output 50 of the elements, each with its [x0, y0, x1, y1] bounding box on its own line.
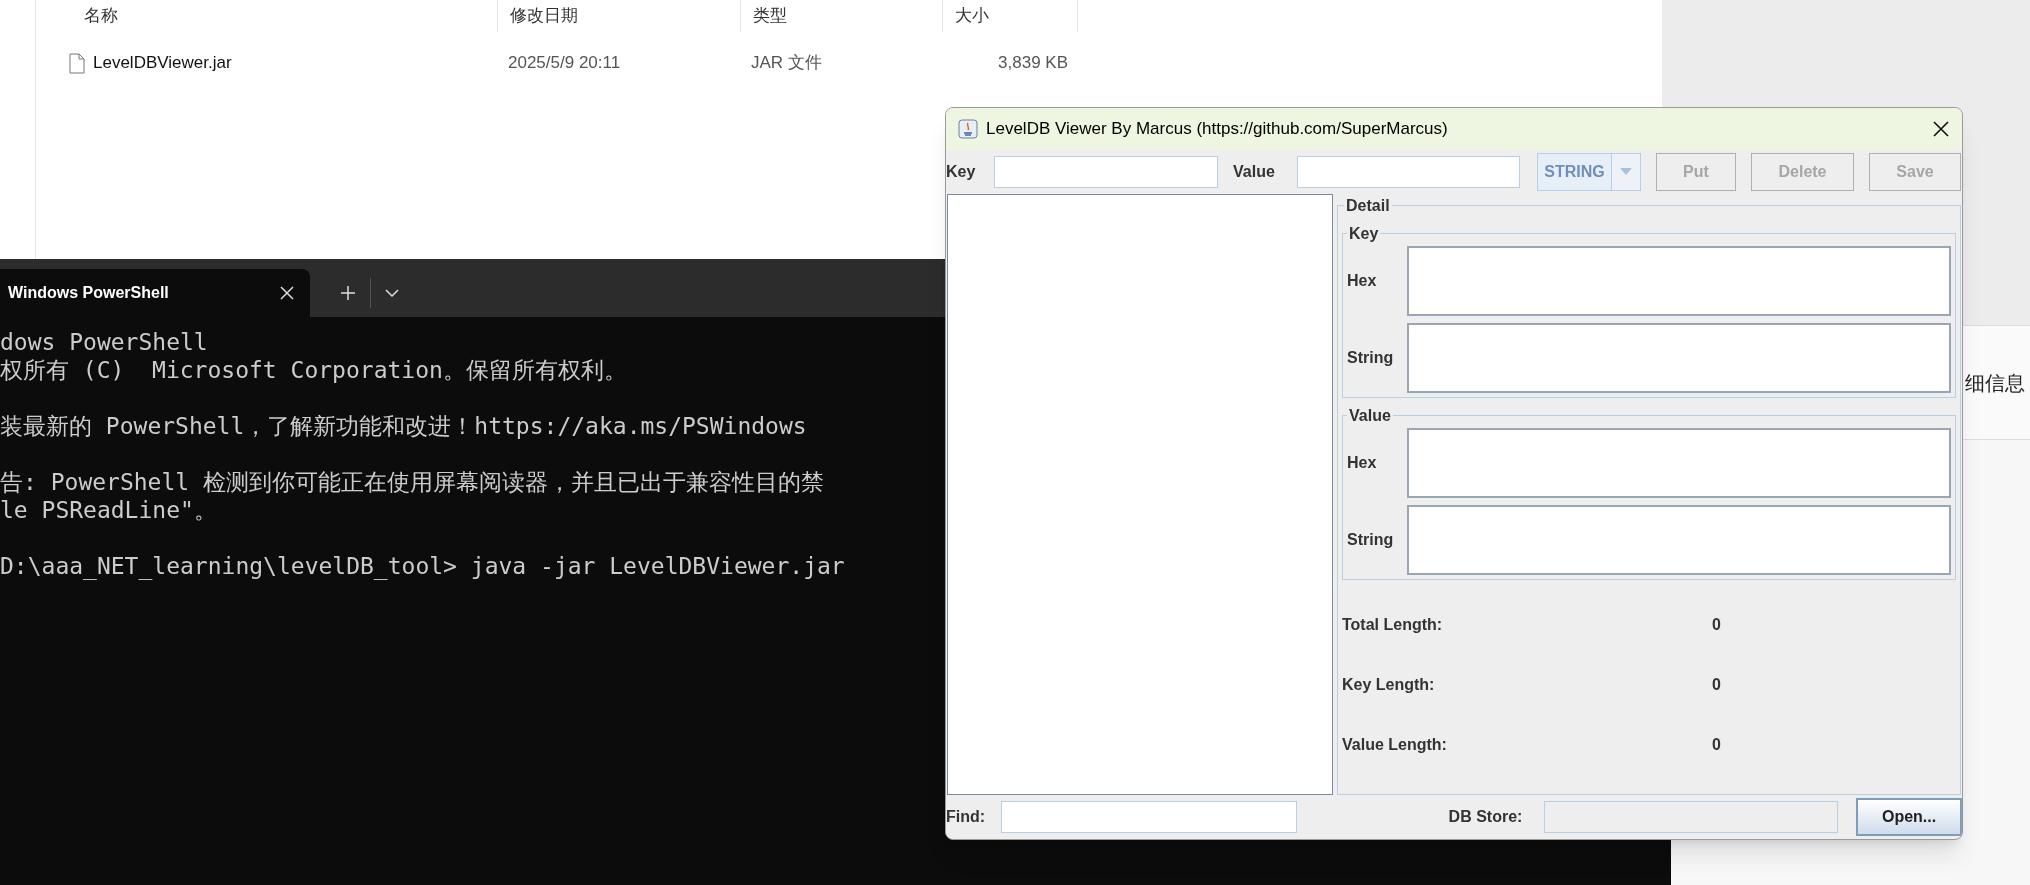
terminal-line: le PSReadLine"。	[0, 497, 217, 523]
column-header[interactable]: 类型	[753, 3, 787, 29]
field-label: Hex	[1347, 270, 1378, 291]
app-icon	[958, 118, 978, 139]
key-field[interactable]	[994, 155, 1218, 188]
text-area[interactable]	[1407, 504, 1951, 575]
caret-icon	[1620, 168, 1632, 176]
stat-value: 0	[1712, 674, 1721, 695]
panel-title: Detail	[1345, 195, 1391, 216]
field-label: String	[1347, 529, 1395, 550]
terminal-line: 权所有 (C) Microsoft Corporation。保留所有权利。	[0, 357, 627, 383]
close-icon[interactable]	[1932, 119, 1950, 138]
terminal-line: dows PowerShell	[0, 329, 208, 355]
stat-value: 0	[1712, 734, 1721, 755]
window-title: LevelDB Viewer By Marcus (https://github.com/SuperMarcus)	[986, 118, 1449, 141]
type-text: JAR 文件	[751, 53, 822, 73]
group-title: Value	[1348, 405, 1392, 426]
field-label: Find:	[946, 807, 987, 828]
size-text: 3,839 KB	[998, 53, 1068, 73]
side-text: 细信息	[1965, 370, 2025, 396]
column-header[interactable]: 名称	[84, 3, 118, 29]
text-area[interactable]	[1407, 322, 1951, 393]
stat-label: Key Length:	[1342, 674, 1436, 695]
column-header[interactable]: 大小	[955, 3, 989, 29]
column-header[interactable]: 修改日期	[510, 3, 578, 29]
file-name[interactable]: LevelDBViewer.jar	[93, 50, 232, 76]
field-label: String	[1347, 347, 1395, 368]
db-store-field[interactable]	[1544, 801, 1839, 834]
terminal-line: 告: PowerShell 检测到你可能正在使用屏幕阅读器，并且已出于兼容性目的禁	[0, 469, 824, 495]
field-label: Hex	[1347, 452, 1378, 473]
value-field[interactable]	[1297, 155, 1520, 188]
stat-label: Total Length:	[1342, 614, 1444, 635]
group-title: Key	[1348, 223, 1380, 244]
terminal-line: D:\aaa_NET_learning\levelDB_tool> java -jar LevelDBViewer.jar	[0, 553, 845, 579]
find-field[interactable]	[1000, 801, 1297, 834]
file-icon	[69, 52, 85, 74]
field-label: Value	[1233, 161, 1276, 182]
text-area[interactable]	[1407, 245, 1951, 316]
field-label: DB Store:	[1448, 807, 1524, 828]
date-text: 2025/5/9 20:11	[508, 53, 621, 73]
chevron-down-icon[interactable]	[385, 289, 399, 297]
field-label: Key	[946, 161, 977, 182]
text-area[interactable]	[1407, 427, 1951, 498]
terminal-tab[interactable]: Windows PowerShell	[0, 269, 310, 317]
open-button[interactable]: Open...	[1856, 798, 1962, 837]
close-icon[interactable]	[280, 286, 294, 300]
stat-value: 0	[1712, 614, 1721, 635]
add-icon[interactable]	[340, 285, 356, 301]
terminal-line: 装最新的 PowerShell，了解新功能和改进！https://aka.ms/PSWindows	[0, 413, 807, 439]
stat-label: Value Length:	[1342, 734, 1448, 755]
